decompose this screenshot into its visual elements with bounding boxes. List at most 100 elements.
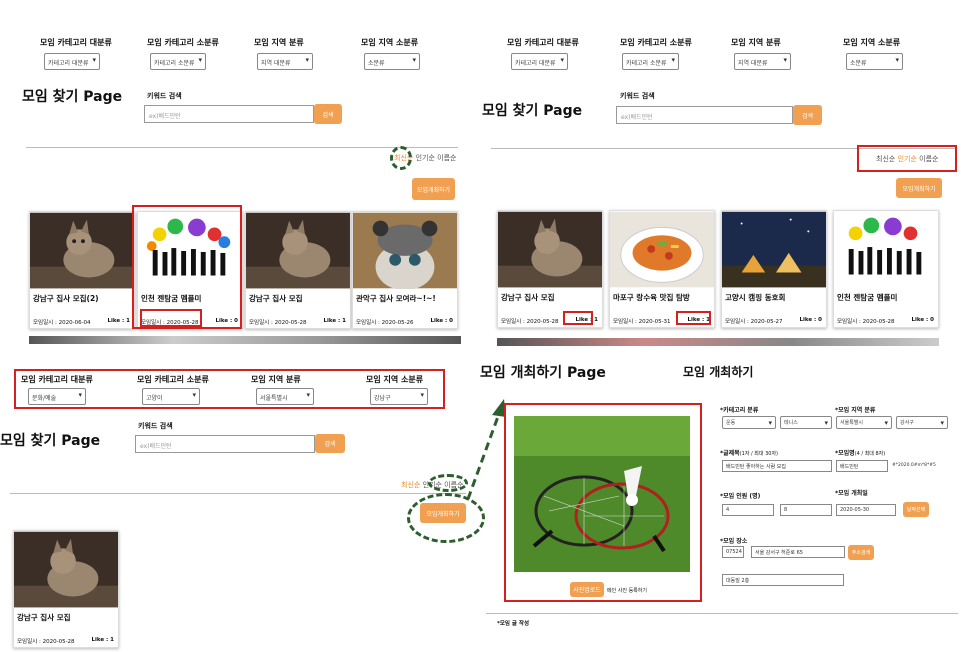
subject-input[interactable]: 배드민턴 좋아하는 사람 모집 — [722, 460, 832, 472]
cards-next-row — [497, 338, 939, 346]
region-major-label: 모임 지역 분류 — [251, 375, 301, 384]
region-major-select[interactable]: 지역 대분류 — [257, 53, 313, 70]
sort-popular[interactable]: 인기순 — [898, 155, 917, 163]
address-detail-input[interactable]: 대동빌 2층 — [722, 574, 844, 586]
page-title: 모임 찾기 Page — [482, 103, 583, 119]
cards-next-row — [29, 336, 461, 344]
highlight-circle — [390, 146, 412, 170]
sort-popular[interactable]: 인기순 — [416, 154, 435, 162]
cat-major-select[interactable]: 카테고리 대분류 — [44, 53, 100, 70]
divider — [486, 613, 958, 614]
food-image — [610, 211, 714, 288]
card-date: 모임일시 : 2020-05-28 — [17, 639, 75, 645]
category-major-select[interactable]: 운동 — [722, 416, 776, 429]
people-max-input[interactable]: 8 — [780, 504, 832, 516]
cat-minor-label: 모임 카테고리 소분류 — [137, 375, 209, 384]
cat-minor-select[interactable]: 고양이 — [142, 388, 200, 405]
date-input[interactable]: 2020-05-30 — [836, 504, 896, 516]
date-pick-button[interactable]: 날짜선택 — [903, 502, 929, 517]
page-title: 모임 찾기 Page — [0, 433, 101, 449]
region-major-select[interactable]: 서울특별시 — [256, 388, 314, 405]
name-note: #*2020.0#m*8*#5 — [892, 463, 936, 468]
cat-image — [30, 212, 134, 289]
region-minor-select[interactable]: 소분류 — [364, 53, 420, 70]
create-meeting-button[interactable]: 모임개최하기 — [896, 178, 942, 198]
category-label: *카테고리 분류 — [720, 407, 759, 414]
date-label: *모임 개최일 — [835, 490, 868, 497]
region-minor-select[interactable]: 소분류 — [846, 53, 903, 70]
place-label: *모임 장소 — [720, 538, 748, 545]
category-minor-select[interactable]: 테니스 — [780, 416, 832, 429]
cat-minor-label: 모임 카테고리 소분류 — [620, 38, 692, 47]
region-major-label: 모임 지역 분류 — [731, 38, 781, 47]
divider — [10, 493, 466, 494]
address-input[interactable]: 서울 강서구 허준로 65 — [751, 546, 845, 558]
sort-latest[interactable]: 최신순 — [401, 481, 420, 489]
card-title: 마포구 랑수육 맛집 탐방 — [613, 293, 690, 302]
people-min-input[interactable]: 4 — [722, 504, 774, 516]
region-minor-select[interactable]: 강남구 — [370, 388, 428, 405]
search-button[interactable]: 검색 — [314, 104, 342, 124]
sort-name[interactable]: 이름순 — [919, 155, 938, 163]
photo-upload-button[interactable]: 사진업로드 — [570, 582, 604, 597]
create-meeting-button[interactable]: 모임개최하기 — [412, 178, 455, 200]
region-major-label: 모임 지역 분류 — [254, 38, 304, 47]
name-label-text: *모임명 — [835, 450, 855, 457]
address-search-button[interactable]: 주소검색 — [848, 545, 874, 560]
card-title: 인천 젠탐굼 멤플미 — [837, 293, 898, 302]
card-date: 모임일시 : 2020-05-26 — [356, 320, 414, 326]
region-minor-label: 모임 지역 소분류 — [366, 375, 424, 384]
write-label: *모임 글 작성 — [497, 621, 530, 627]
upload-note: 메인 사진 등록하기 — [607, 588, 647, 594]
card-title: 강남구 집사 모집(2) — [33, 294, 99, 303]
keyword-input[interactable]: ex)배드민턴 — [135, 435, 315, 453]
sort-latest[interactable]: 최신순 — [876, 155, 895, 163]
meeting-card[interactable]: 강남구 집사 모집(2) 모임일시 : 2020-06-04 Like : 1 — [29, 211, 135, 329]
create-meeting-button[interactable]: 모임개최하기 — [420, 503, 466, 523]
cat-hat-image — [353, 212, 457, 289]
highlight-box — [676, 311, 711, 325]
card-date: 모임일시 : 2020-05-28 — [249, 320, 307, 326]
card-title: 강남구 집사 모집 — [501, 293, 555, 302]
keyword-input[interactable]: ex)배드민턴 — [144, 105, 314, 123]
card-like: Like : 0 — [799, 317, 823, 323]
search-button[interactable]: 검색 — [793, 105, 822, 125]
meeting-card[interactable]: 관악구 집사 모여라~!~! 모임일시 : 2020-05-26 Like : … — [352, 211, 458, 329]
meeting-card[interactable]: 인천 젠탐굼 멤플미 모임일시 : 2020-05-28 Like : 0 — [833, 210, 939, 328]
region-minor-label: 모임 지역 소분류 — [361, 38, 419, 47]
region-label: *모임 지역 분류 — [835, 407, 876, 414]
cat-minor-select[interactable]: 카테고리 소분류 — [622, 53, 679, 70]
name-input[interactable]: 배드민턴 — [836, 460, 888, 472]
meeting-card[interactable]: 강남구 집사 모집 모임일시 : 2020-05-28 Like : 1 — [13, 530, 119, 648]
cat-major-label: 모임 카테고리 대분류 — [21, 375, 93, 384]
cat-minor-select[interactable]: 카테고리 소분류 — [150, 53, 206, 70]
zipcode-input[interactable]: 07524 — [722, 546, 744, 558]
cat-major-select[interactable]: 카테고리 대분류 — [511, 53, 568, 70]
page-title: 모임 개최하기 Page — [480, 365, 606, 381]
meeting-card[interactable]: 강남구 집사 모집 모임일시 : 2020-05-28 Like : 1 — [245, 211, 351, 329]
cat-major-select[interactable]: 문화/예술 — [28, 388, 86, 405]
region-major-select[interactable]: 서울특별시 — [836, 416, 892, 429]
highlight-box — [140, 309, 202, 327]
cat-minor-label: 모임 카테고리 소분류 — [147, 38, 219, 47]
card-like: Like : 1 — [323, 318, 347, 324]
subject-label-text: *글제목 — [720, 450, 740, 457]
region-minor-select[interactable]: 강서구 — [896, 416, 948, 429]
meeting-card[interactable]: 고양시 캠핑 동호회 모임일시 : 2020-05-27 Like : 0 — [721, 210, 827, 328]
card-title: 강남구 집사 모집 — [249, 294, 303, 303]
search-button[interactable]: 검색 — [315, 434, 345, 453]
camping-image — [722, 211, 826, 288]
card-title: 강남구 집사 모집 — [17, 613, 71, 622]
keyword-label: 키워드 검색 — [620, 92, 655, 100]
card-date: 모임일시 : 2020-05-27 — [725, 319, 783, 325]
region-major-select[interactable]: 지역 대분류 — [734, 53, 791, 70]
region-minor-label: 모임 지역 소분류 — [843, 38, 901, 47]
card-title: 관악구 집사 모여라~!~! — [356, 294, 436, 303]
card-like: Like : 0 — [911, 317, 935, 323]
keyword-input[interactable]: ex)배드민턴 — [616, 106, 793, 124]
keyword-label: 키워드 검색 — [138, 422, 173, 430]
subject-hint: (1자 / 최대 30자) — [739, 451, 779, 457]
cat-image — [14, 531, 118, 608]
name-hint: (4 / 최대 8자) — [854, 451, 886, 457]
sort-name[interactable]: 이름순 — [437, 154, 456, 162]
